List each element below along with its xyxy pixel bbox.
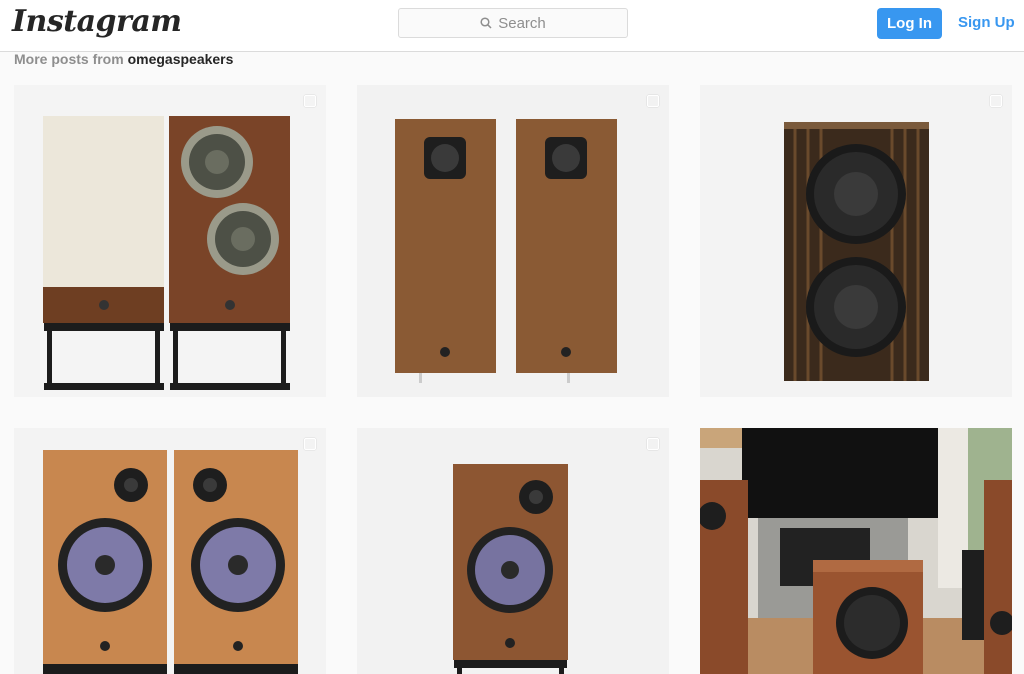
sign-up-link[interactable]: Sign Up (958, 14, 1015, 31)
search-icon (480, 17, 492, 29)
instagram-logo[interactable]: Instagram (12, 4, 182, 39)
more-posts-prefix: More posts from (14, 51, 128, 67)
multiple-photos-icon (304, 95, 316, 107)
single-walnut-speaker-photo (357, 428, 669, 674)
speakers-with-stands-photo (14, 85, 326, 397)
search-box[interactable]: Search (398, 8, 628, 38)
multiple-photos-icon (647, 438, 659, 450)
more-posts-heading: More posts from omegaspeakers (14, 51, 233, 67)
post-thumbnail-1[interactable] (14, 85, 326, 397)
cherry-bookshelf-pair-photo (14, 428, 326, 674)
multiple-photos-icon (990, 95, 1002, 107)
post-thumbnail-6[interactable] (700, 428, 1012, 674)
search-placeholder: Search (498, 14, 546, 32)
post-thumbnail-4[interactable] (14, 428, 326, 674)
log-in-button[interactable]: Log In (877, 8, 942, 39)
striped-subwoofer-photo (700, 85, 1012, 397)
post-thumbnail-3[interactable] (700, 85, 1012, 397)
multiple-photos-icon (647, 95, 659, 107)
multiple-photos-icon (304, 438, 316, 450)
username-link[interactable]: omegaspeakers (128, 51, 234, 67)
living-room-setup-photo (700, 428, 1012, 674)
top-nav-bar: Instagram Search Log In Sign Up (0, 0, 1024, 52)
post-thumbnail-2[interactable] (357, 85, 669, 397)
twin-walnut-speakers-photo (357, 85, 669, 397)
post-thumbnail-5[interactable] (357, 428, 669, 674)
